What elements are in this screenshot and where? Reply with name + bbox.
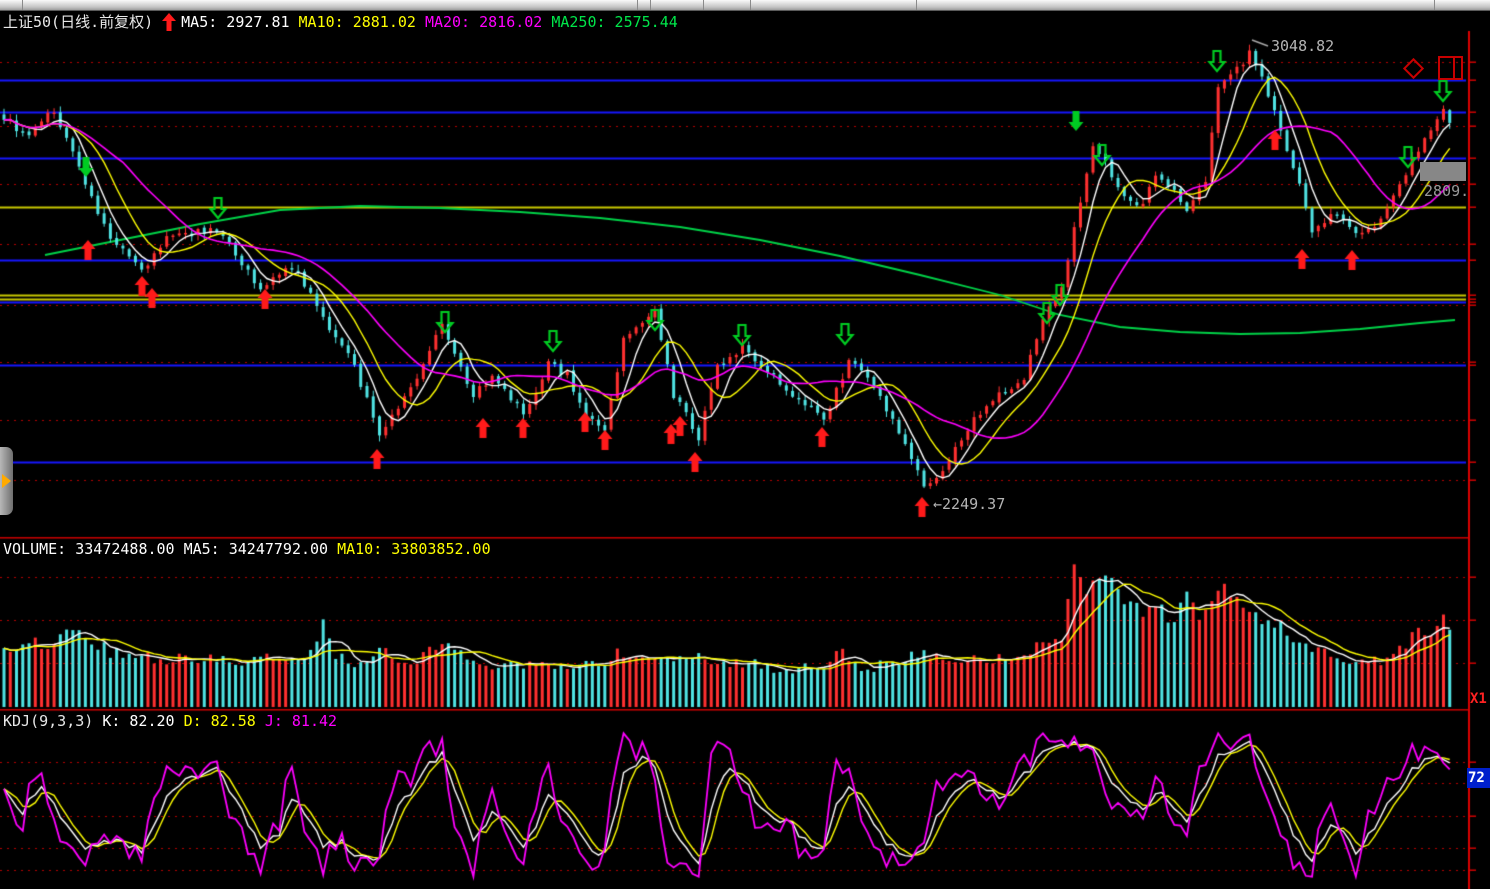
panel-expand-handle[interactable] — [0, 447, 13, 515]
kdj-title[interactable]: KDJ(9,3,3) — [3, 712, 93, 730]
volume-ma5-label: MA5: 34247792.00 — [184, 540, 329, 558]
window-topbar — [0, 0, 1490, 11]
chart-canvas[interactable] — [0, 0, 1490, 889]
volume-label: VOLUME: 33472488.00 — [3, 540, 175, 558]
topbar-separator — [22, 0, 23, 10]
instrument-title[interactable]: 上证50(日线.前复权) — [3, 11, 153, 32]
topbar-separator — [1434, 0, 1435, 10]
diamond-icon[interactable] — [1403, 58, 1424, 79]
ma5-label: MA5: 2927.81 — [181, 13, 289, 31]
topbar-separator — [703, 0, 704, 10]
topbar-separator — [916, 0, 917, 10]
low-price-label: ←2249.37 — [933, 495, 1005, 513]
ma20-label: MA20: 2816.02 — [425, 13, 542, 31]
kdj-k-label: K: 82.20 — [102, 712, 174, 730]
kdj-header: KDJ(9,3,3) K: 82.20 D: 82.58 J: 81.42 — [3, 712, 346, 730]
split-window-icon-bar — [1453, 58, 1455, 78]
kdj-value-badge: 72 — [1467, 768, 1490, 788]
volume-ma10-label: MA10: 33803852.00 — [337, 540, 491, 558]
high-price-label: 3048.82 — [1271, 37, 1334, 55]
last-price-label: 2809. — [1424, 182, 1469, 200]
topbar-separator — [750, 0, 751, 10]
kdj-j-label: J: 81.42 — [265, 712, 337, 730]
last-price-marker — [1420, 162, 1466, 181]
right-triangle-icon — [2, 474, 11, 488]
volume-header: VOLUME: 33472488.00 MA5: 34247792.00 MA1… — [3, 540, 500, 558]
kdj-d-label: D: 82.58 — [184, 712, 256, 730]
ma250-label: MA250: 2575.44 — [551, 13, 677, 31]
topbar-separator — [650, 0, 651, 10]
up-arrow-icon — [162, 13, 176, 31]
volume-scale-label: X1 — [1470, 691, 1487, 707]
corner-toolbar — [1400, 55, 1470, 83]
split-window-icon[interactable] — [1438, 56, 1463, 80]
topbar-separator — [637, 0, 638, 10]
main-chart-header: 上证50(日线.前复权) MA5: 2927.81 MA10: 2881.02 … — [3, 11, 687, 32]
ma10-label: MA10: 2881.02 — [299, 13, 416, 31]
